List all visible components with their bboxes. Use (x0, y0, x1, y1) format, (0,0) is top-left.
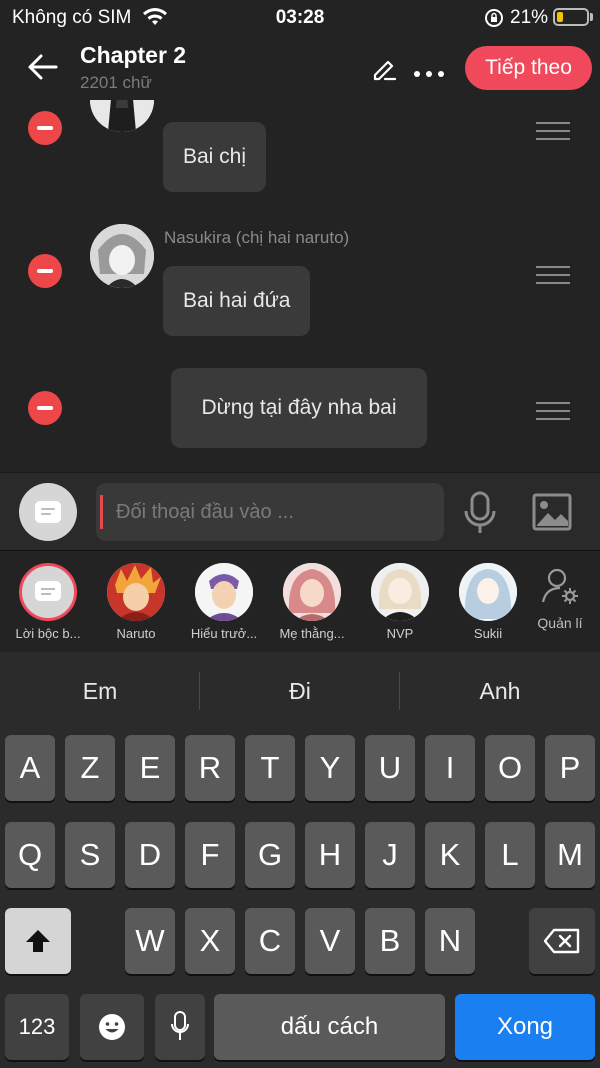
user-settings-icon (541, 568, 578, 604)
suggestion-2[interactable]: Đi (200, 652, 400, 730)
key[interactable]: C (245, 908, 295, 974)
narrator-avatar (19, 563, 77, 621)
key[interactable]: K (425, 822, 475, 888)
avatar (90, 224, 154, 288)
message-bubble[interactable]: Bai chị (163, 122, 267, 192)
emoji-icon (99, 1014, 125, 1040)
key[interactable]: M (545, 822, 595, 888)
drag-handle-icon[interactable] (536, 266, 570, 284)
character-narrator[interactable]: Lời bộc b... (8, 563, 88, 641)
suggestion-3[interactable]: Anh (400, 652, 600, 730)
drag-handle-icon[interactable] (536, 402, 570, 420)
done-key[interactable]: Xong (455, 994, 595, 1060)
composer-bar: Đối thoại đầu vào ... (0, 472, 600, 550)
back-arrow-icon[interactable] (26, 50, 60, 84)
numbers-key[interactable]: 123 (5, 994, 69, 1060)
key[interactable]: B (365, 908, 415, 974)
key[interactable]: I (425, 735, 475, 801)
character-label: NVP (386, 626, 414, 641)
battery-cap (590, 13, 593, 21)
manage-characters-button[interactable]: Quản lí (534, 566, 586, 631)
key[interactable]: R (185, 735, 235, 801)
shift-arrow-icon (26, 930, 50, 952)
narration-bubble[interactable]: Dừng tại đây nha bai (171, 368, 427, 448)
shift-key[interactable] (5, 908, 71, 974)
keyboard: Em Đi Anh A Z E R T Y U I O P Q S D F G … (0, 652, 600, 1068)
key[interactable]: T (245, 735, 295, 801)
backspace-icon (543, 928, 580, 954)
image-icon[interactable] (532, 493, 572, 531)
space-key[interactable]: dấu cách (214, 994, 445, 1060)
key[interactable]: Z (65, 735, 115, 801)
character-label: Hiểu trưở... (190, 626, 258, 641)
key[interactable]: H (305, 822, 355, 888)
battery-icon (553, 8, 589, 26)
drag-handle-icon[interactable] (536, 122, 570, 140)
character-label: Sukii (473, 626, 503, 641)
avatar (195, 563, 253, 621)
more-options-icon[interactable] (414, 64, 454, 77)
dialogue-list[interactable]: Bai chị Nasukira (chị hai naruto) Bai ha… (0, 100, 600, 472)
key[interactable]: D (125, 822, 175, 888)
key[interactable]: L (485, 822, 535, 888)
speaker-name: Nasukira (chị hai naruto) (164, 228, 350, 247)
avatar (459, 563, 517, 621)
character-strip: Lời bộc b... Naruto Hiểu trưở... Mẹ thằn… (0, 550, 600, 652)
message-bubble[interactable]: Bai hai đứa (163, 266, 311, 336)
status-bar: Không có SIM 03:28 21% (0, 0, 600, 36)
character-nvp[interactable]: NVP (360, 563, 440, 641)
character-principal[interactable]: Hiểu trưở... (184, 563, 264, 641)
chat-bubble-icon (35, 501, 61, 523)
key[interactable]: Q (5, 822, 55, 888)
character-naruto[interactable]: Naruto (96, 563, 176, 641)
key[interactable]: V (305, 908, 355, 974)
key[interactable]: F (185, 822, 235, 888)
edit-pencil-icon[interactable] (370, 54, 398, 82)
key[interactable]: G (245, 822, 295, 888)
avatar (107, 563, 165, 621)
delete-message-button[interactable] (28, 254, 62, 288)
microphone-icon (171, 1011, 189, 1040)
manage-label: Quản lí (537, 615, 583, 631)
key[interactable]: U (365, 735, 415, 801)
text-cursor (100, 495, 103, 529)
app-header: Chapter 2 2201 chữ Tiếp theo (0, 36, 600, 100)
next-button[interactable]: Tiếp theo (465, 46, 592, 90)
battery-level (557, 12, 563, 22)
avatar (283, 563, 341, 621)
character-label: Naruto (116, 626, 156, 641)
key[interactable]: P (545, 735, 595, 801)
key[interactable]: E (125, 735, 175, 801)
emoji-key[interactable] (80, 994, 144, 1060)
avatar (371, 563, 429, 621)
character-label: Lời bộc b... (15, 626, 81, 641)
delete-message-button[interactable] (28, 391, 62, 425)
key[interactable]: O (485, 735, 535, 801)
narration-toggle-button[interactable] (19, 483, 77, 541)
dialogue-input[interactable]: Đối thoại đầu vào ... (96, 483, 444, 541)
key[interactable]: W (125, 908, 175, 974)
key[interactable]: N (425, 908, 475, 974)
key[interactable]: J (365, 822, 415, 888)
character-sukii[interactable]: Sukii (448, 563, 528, 641)
key[interactable]: X (185, 908, 235, 974)
key[interactable]: Y (305, 735, 355, 801)
character-label: Mẹ thằng... (279, 626, 345, 641)
key[interactable]: S (65, 822, 115, 888)
delete-message-button[interactable] (28, 111, 62, 145)
character-mother[interactable]: Mẹ thằng... (272, 563, 352, 641)
word-count: 2201 chữ (80, 73, 152, 92)
microphone-icon[interactable] (462, 491, 498, 535)
dictation-key[interactable] (155, 994, 205, 1060)
page-title: Chapter 2 (80, 42, 187, 68)
rotation-lock-icon (485, 9, 503, 27)
avatar (90, 100, 154, 132)
suggestion-1[interactable]: Em (0, 652, 200, 730)
key[interactable]: A (5, 735, 55, 801)
backspace-key[interactable] (529, 908, 595, 974)
battery-percent: 21% (510, 7, 549, 28)
